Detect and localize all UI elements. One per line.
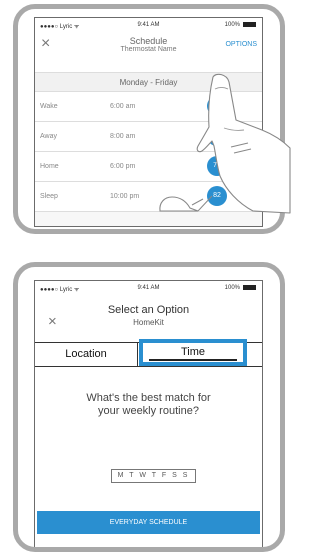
hand-gesture-icon xyxy=(159,73,291,214)
